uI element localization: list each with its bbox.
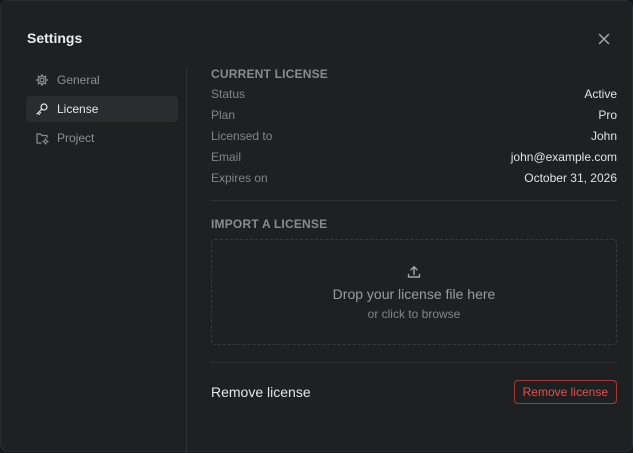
dialog-title: Settings (27, 30, 83, 46)
settings-dialog: Settings General License Project CURRENT… (0, 0, 633, 453)
sidebar-item-label: Project (57, 131, 95, 145)
license-row-expires: Expires on October 31, 2026 (211, 167, 617, 188)
key-icon (35, 102, 49, 116)
license-details: Status Active Plan Pro Licensed to John … (211, 83, 617, 188)
gear-icon (35, 73, 49, 87)
remove-license-row: Remove license Remove license (211, 378, 617, 406)
license-dropzone[interactable]: Drop your license file here or click to … (211, 239, 617, 345)
row-value: john@example.com (510, 149, 617, 164)
license-panel: CURRENT LICENSE Status Active Plan Pro L… (211, 67, 617, 406)
row-label: Expires on (211, 170, 268, 185)
sidebar-divider (186, 67, 187, 453)
sidebar-item-general[interactable]: General (26, 67, 178, 93)
section-divider (211, 200, 617, 201)
row-label: Email (211, 149, 242, 164)
sidebar-item-license[interactable]: License (26, 96, 178, 122)
row-value: Active (584, 86, 617, 101)
dropzone-browse-link[interactable]: or click to browse (368, 307, 461, 321)
license-row-licensed-to: Licensed to John (211, 125, 617, 146)
remove-license-button[interactable]: Remove license (513, 380, 617, 404)
sidebar-item-label: General (57, 73, 100, 87)
sidebar-item-project[interactable]: Project (26, 125, 178, 151)
dropzone-title: Drop your license file here (332, 286, 496, 302)
row-label: Plan (211, 107, 236, 122)
folder-settings-icon (35, 131, 49, 145)
close-icon[interactable] (596, 31, 612, 47)
remove-license-label: Remove license (211, 384, 311, 400)
current-license-heading: CURRENT LICENSE (211, 67, 329, 81)
license-row-email: Email john@example.com (211, 146, 617, 167)
row-value: Pro (598, 107, 617, 122)
license-row-plan: Plan Pro (211, 104, 617, 125)
row-label: Licensed to (211, 128, 273, 143)
license-row-status: Status Active (211, 83, 617, 104)
settings-sidebar: General License Project (26, 67, 178, 154)
upload-icon (406, 264, 422, 280)
row-label: Status (211, 86, 246, 101)
row-value: John (590, 128, 617, 143)
row-value: October 31, 2026 (524, 170, 617, 185)
sidebar-item-label: License (57, 102, 99, 116)
import-license-heading: IMPORT A LICENSE (211, 217, 328, 231)
section-divider (211, 362, 617, 363)
